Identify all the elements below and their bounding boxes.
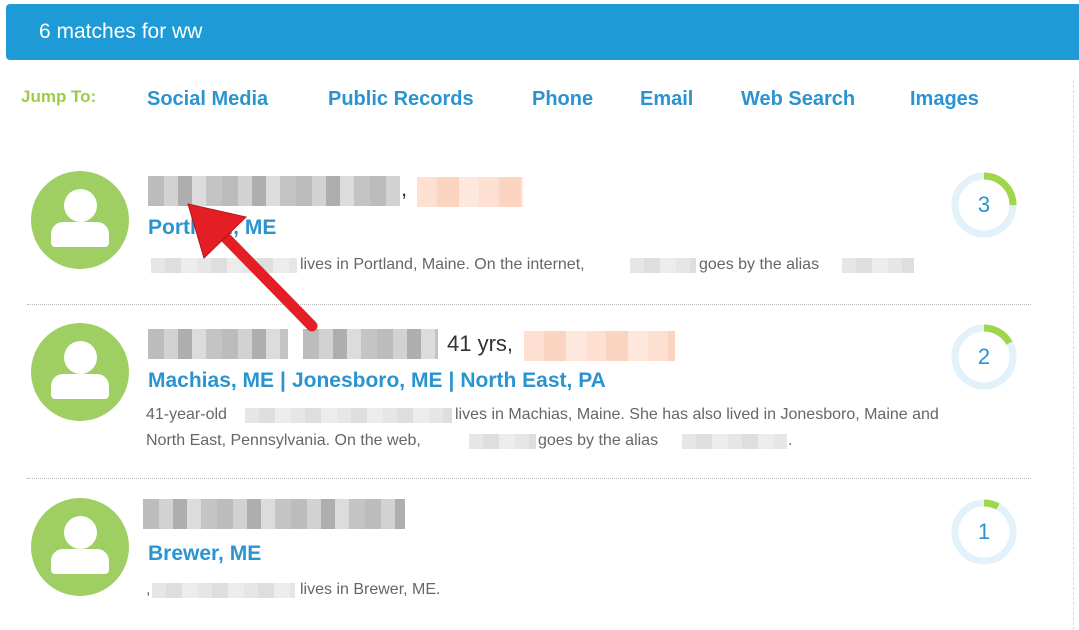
match-score-badge: 3 [950,171,1018,239]
age-text: 41 yrs, [447,331,514,356]
jump-link-web-search[interactable]: Web Search [741,88,855,111]
jump-link-social-media[interactable]: Social Media [147,88,268,111]
avatar-placeholder[interactable] [31,171,129,269]
description-text: goes by the alias [538,432,659,449]
jump-to-label: Jump To: [21,87,97,106]
result-description: , lives in Brewer, ME. [146,577,546,603]
match-score-badge: 2 [950,323,1018,391]
location-link-jonesboro[interactable]: Jonesboro, ME [292,369,443,392]
redacted-alias [682,434,787,449]
jump-link-public-records[interactable]: Public Records [328,88,474,111]
result-divider [27,304,1031,305]
redacted-text [630,258,696,273]
name-separator: , [401,176,408,201]
description-text: lives in Brewer, ME. [300,581,441,598]
redacted-text [245,408,452,423]
redacted-name[interactable] [303,329,438,359]
location-link-north-east[interactable]: North East, PA [460,369,605,392]
match-score-value: 1 [977,519,991,544]
location-list: Brewer, ME [148,542,261,566]
avatar-head-shape [64,189,97,222]
results-header: 6 matches for ww [6,4,1079,60]
location-separator: | [448,369,455,392]
jump-link-images[interactable]: Images [910,88,979,111]
redacted-contact [524,331,675,361]
location-list: Portland, ME [148,216,276,240]
description-text: , [146,581,151,598]
redacted-text [469,434,536,449]
avatar-placeholder[interactable] [31,498,129,596]
results-title: 6 matches for ww [39,20,203,43]
match-score-badge: 1 [950,498,1018,566]
description-text: lives in Portland, Maine. On the interne… [300,256,585,273]
redacted-name[interactable] [148,176,400,206]
result-divider [27,478,1031,479]
avatar-head-shape [64,516,97,549]
location-link-machias[interactable]: Machias, ME [148,369,274,392]
location-link-brewer[interactable]: Brewer, ME [148,542,261,565]
redacted-age-info [417,177,523,207]
location-link-portland[interactable]: Portland, ME [148,216,276,239]
redacted-alias [842,258,914,273]
redacted-text [152,583,295,598]
avatar-body-shape [51,374,109,399]
content-border [1073,80,1074,630]
avatar-body-shape [51,549,109,574]
match-score-value: 3 [977,192,991,217]
result-description: 41-year-old lives in Machias, Maine. She… [146,402,1026,454]
avatar-head-shape [64,341,97,374]
description-text: 41-year-old [146,406,227,423]
description-text: . [788,432,793,449]
redacted-name[interactable] [148,329,288,359]
jump-link-phone[interactable]: Phone [532,88,593,111]
description-text: North East, Pennsylvania. On the web, [146,432,421,449]
location-separator: | [280,369,286,392]
redacted-text [151,258,297,273]
result-description: lives in Portland, Maine. On the interne… [146,252,946,278]
location-list: Machias, ME | Jonesboro, ME | North East, PA [148,369,606,393]
avatar-body-shape [51,222,109,247]
description-text: lives in Machias, Maine. She has also li… [455,406,939,423]
jump-link-email[interactable]: Email [640,88,693,111]
avatar-placeholder[interactable] [31,323,129,421]
redacted-name[interactable] [143,499,405,529]
description-text: goes by the alias [699,256,820,273]
match-score-value: 2 [977,344,991,369]
